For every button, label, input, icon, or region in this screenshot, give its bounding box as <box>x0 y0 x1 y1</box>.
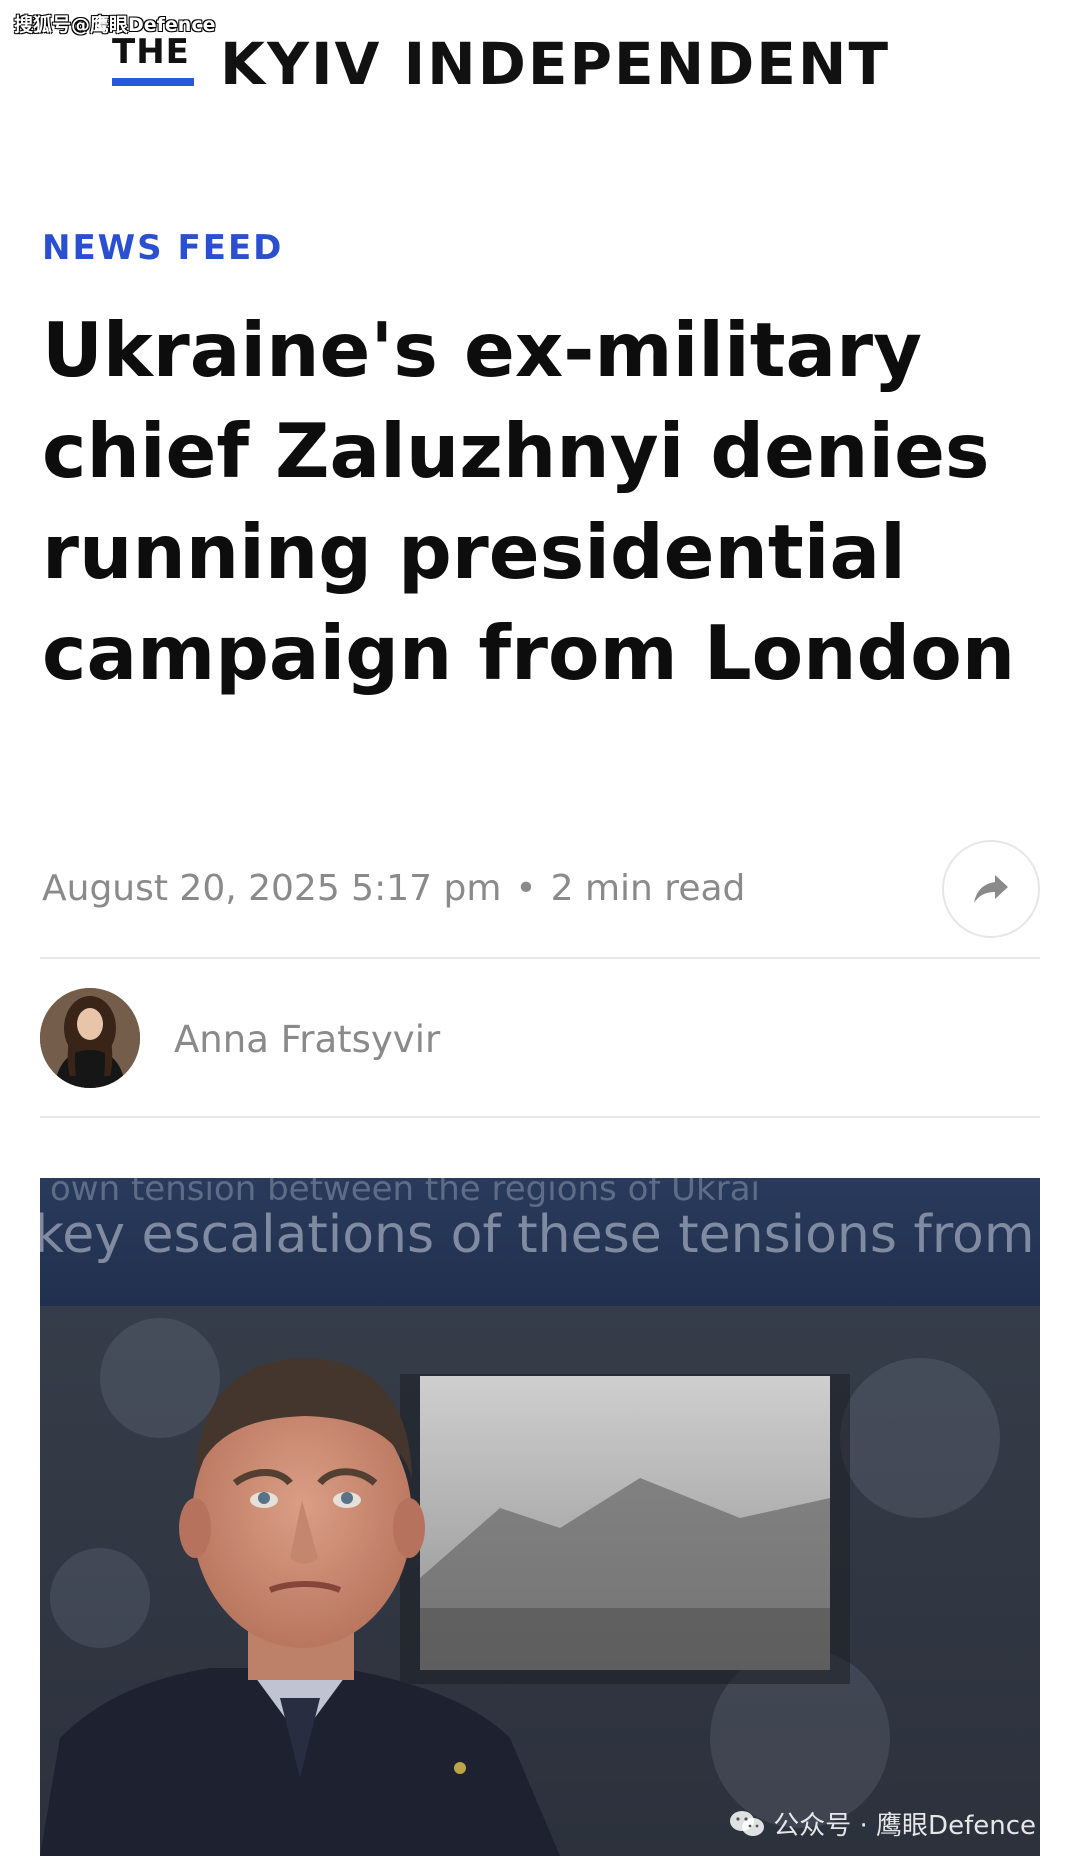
wechat-icon <box>730 1810 765 1836</box>
hero-photo: own tension between the regions of Ukrai… <box>40 1178 1040 1856</box>
meta-divider <box>40 957 1040 959</box>
logo-underline <box>112 78 194 86</box>
avatar-portrait <box>40 988 140 1088</box>
section-label[interactable]: NEWS FEED <box>42 228 283 268</box>
logo-the-mark: THE <box>112 32 194 88</box>
author-byline: Anna Fratsyvir <box>40 988 1040 1090</box>
site-logo[interactable]: THE KYIV INDEPENDENT <box>112 32 890 96</box>
author-avatar[interactable] <box>40 988 140 1088</box>
share-button[interactable] <box>942 840 1040 938</box>
hero-photo-illustration: own tension between the regions of Ukrai… <box>40 1178 1040 1856</box>
logo-the-text: THE <box>112 32 190 72</box>
wechat-watermark: 公众号 · 鹰眼Defence <box>729 1805 1036 1842</box>
read-time: 2 min read <box>550 868 746 909</box>
meta-text: August 20, 2025 5:17 pm • 2 min read <box>42 868 745 909</box>
wechat-watermark-text: 公众号 · 鹰眼Defence <box>773 1811 1036 1841</box>
article-headline: Ukraine's ex-military chief Zaluzhnyi de… <box>42 306 1016 697</box>
logo-wordmark: KYIV INDEPENDENT <box>220 30 891 98</box>
meta-separator: • <box>515 868 537 909</box>
source-watermark: 搜狐号@鹰眼Defence <box>14 14 216 36</box>
article-meta: August 20, 2025 5:17 pm • 2 min read <box>42 840 1040 940</box>
author-divider <box>40 1116 1040 1118</box>
publish-date: August 20, 2025 5:17 pm <box>42 868 502 909</box>
author-name-link[interactable]: Anna Fratsyvir <box>174 1018 440 1061</box>
share-arrow-icon <box>974 875 1008 903</box>
